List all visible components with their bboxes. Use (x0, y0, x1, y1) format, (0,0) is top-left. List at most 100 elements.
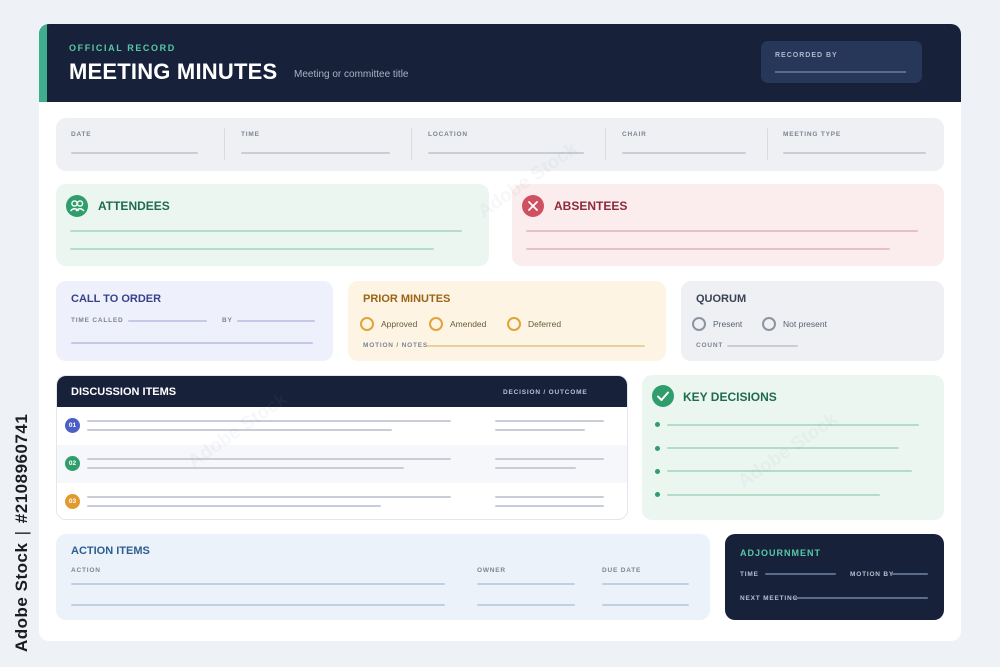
by-field[interactable] (237, 320, 315, 322)
call-to-order-panel: CALL TO ORDER TIME CALLED BY (56, 281, 333, 361)
recorded-by-label: RECORDED BY (775, 52, 838, 59)
time-called-field[interactable] (128, 320, 207, 322)
radio-circle-icon (360, 317, 374, 331)
attendees-line[interactable] (70, 248, 434, 250)
present-label: Present (713, 319, 743, 329)
outcome-line[interactable] (495, 467, 576, 469)
absentees-line[interactable] (526, 248, 890, 250)
next-meeting-field[interactable] (794, 597, 928, 599)
by-label: BY (222, 317, 233, 324)
attendees-line[interactable] (70, 230, 462, 232)
approved-radio[interactable]: Approved (360, 317, 417, 331)
adjournment-title: ADJOURNMENT (740, 548, 822, 558)
adjournment-time-field[interactable] (765, 573, 836, 575)
key-decisions-title: KEY DECISIONS (683, 390, 777, 404)
date-label: DATE (71, 131, 92, 138)
outcome-line[interactable] (495, 496, 604, 498)
table-row[interactable]: 03 (57, 483, 627, 519)
page-title: MEETING MINUTES (69, 59, 278, 84)
header-accent-bar (39, 24, 47, 102)
time-label: TIME (241, 131, 260, 138)
amended-radio[interactable]: Amended (429, 317, 486, 331)
minutes-sheet: OFFICIAL RECORD MEETING MINUTES Meeting … (39, 24, 961, 641)
outcome-line[interactable] (495, 458, 604, 460)
action-items-title: ACTION ITEMS (71, 545, 150, 557)
count-field[interactable] (727, 345, 798, 347)
recorded-by-line (775, 71, 906, 73)
discussion-line[interactable] (87, 496, 451, 498)
motion-by-field[interactable] (891, 573, 928, 575)
action-column-label: ACTION (71, 567, 101, 574)
meeting-type-field[interactable] (783, 152, 926, 154)
deferred-label: Deferred (528, 319, 562, 329)
attendees-panel: ATTENDEES (56, 184, 489, 266)
time-field[interactable] (241, 152, 390, 154)
discussion-line[interactable] (87, 429, 392, 431)
discussion-line[interactable] (87, 458, 451, 460)
owner-line[interactable] (477, 604, 575, 606)
stock-id-watermark: Adobe Stock | #2108960741 (2, 412, 42, 652)
outcome-line[interactable] (495, 505, 604, 507)
info-divider (767, 128, 768, 160)
decision-line[interactable] (667, 447, 899, 449)
location-field[interactable] (428, 152, 584, 154)
info-divider (224, 128, 225, 160)
absentees-line[interactable] (526, 230, 918, 232)
info-divider (605, 128, 606, 160)
radio-circle-icon (507, 317, 521, 331)
action-items-panel: ACTION ITEMS ACTION OWNER DUE DATE (56, 534, 710, 620)
call-to-order-title: CALL TO ORDER (71, 293, 162, 305)
bullet-icon (655, 446, 660, 451)
radio-circle-icon (692, 317, 706, 331)
radio-circle-icon (762, 317, 776, 331)
deferred-radio[interactable]: Deferred (507, 317, 561, 331)
outcome-line[interactable] (495, 429, 585, 431)
present-radio[interactable]: Present (692, 317, 742, 331)
next-meeting-label: NEXT MEETING (740, 595, 799, 602)
attendees-title: ATTENDEES (98, 199, 170, 213)
owner-column-label: OWNER (477, 567, 506, 574)
outcome-line[interactable] (495, 420, 604, 422)
location-label: LOCATION (428, 131, 468, 138)
stock-id: #2108960741 (12, 413, 31, 524)
absentees-title: ABSENTEES (554, 199, 628, 213)
motion-notes-field[interactable] (427, 345, 645, 347)
quorum-title: QUORUM (696, 293, 747, 305)
discussion-line[interactable] (87, 505, 381, 507)
meeting-info-strip: DATE TIME LOCATION CHAIR MEETING TYPE (56, 118, 944, 171)
count-label: COUNT (696, 342, 724, 349)
decision-line[interactable] (667, 424, 919, 426)
motion-notes-label: MOTION / NOTES (363, 342, 429, 349)
decision-line[interactable] (667, 494, 880, 496)
stock-brand: Adobe Stock (12, 542, 31, 652)
motion-by-label: MOTION BY (850, 571, 895, 578)
table-row[interactable]: 02 (57, 445, 627, 483)
key-decisions-panel: KEY DECISIONS (642, 375, 944, 520)
discussion-title: DISCUSSION ITEMS (71, 386, 177, 398)
date-field[interactable] (71, 152, 198, 154)
item-number-badge: 03 (65, 494, 80, 509)
discussion-items-panel: DISCUSSION ITEMS DECISION / OUTCOME 01 0… (56, 375, 628, 520)
decision-line[interactable] (667, 470, 912, 472)
due-date-line[interactable] (602, 583, 689, 585)
call-to-order-notes-line[interactable] (71, 342, 313, 344)
action-line[interactable] (71, 583, 445, 585)
meeting-title-field[interactable]: Meeting or committee title (294, 69, 409, 80)
bullet-icon (655, 469, 660, 474)
prior-minutes-panel: PRIOR MINUTES Approved Amended Deferred … (348, 281, 666, 361)
item-number-badge: 01 (65, 418, 80, 433)
close-icon (522, 195, 544, 217)
discussion-line[interactable] (87, 420, 451, 422)
decision-outcome-label: DECISION / OUTCOME (503, 389, 588, 396)
chair-field[interactable] (622, 152, 746, 154)
quorum-panel: QUORUM Present Not present COUNT (681, 281, 944, 361)
due-date-line[interactable] (602, 604, 689, 606)
header-kicker: OFFICIAL RECORD (69, 43, 176, 53)
owner-line[interactable] (477, 583, 575, 585)
item-number-badge: 02 (65, 456, 80, 471)
not-present-radio[interactable]: Not present (762, 317, 827, 331)
action-line[interactable] (71, 604, 445, 606)
recorded-by-field[interactable]: RECORDED BY (761, 41, 922, 83)
discussion-line[interactable] (87, 467, 404, 469)
table-row[interactable]: 01 (57, 407, 627, 445)
